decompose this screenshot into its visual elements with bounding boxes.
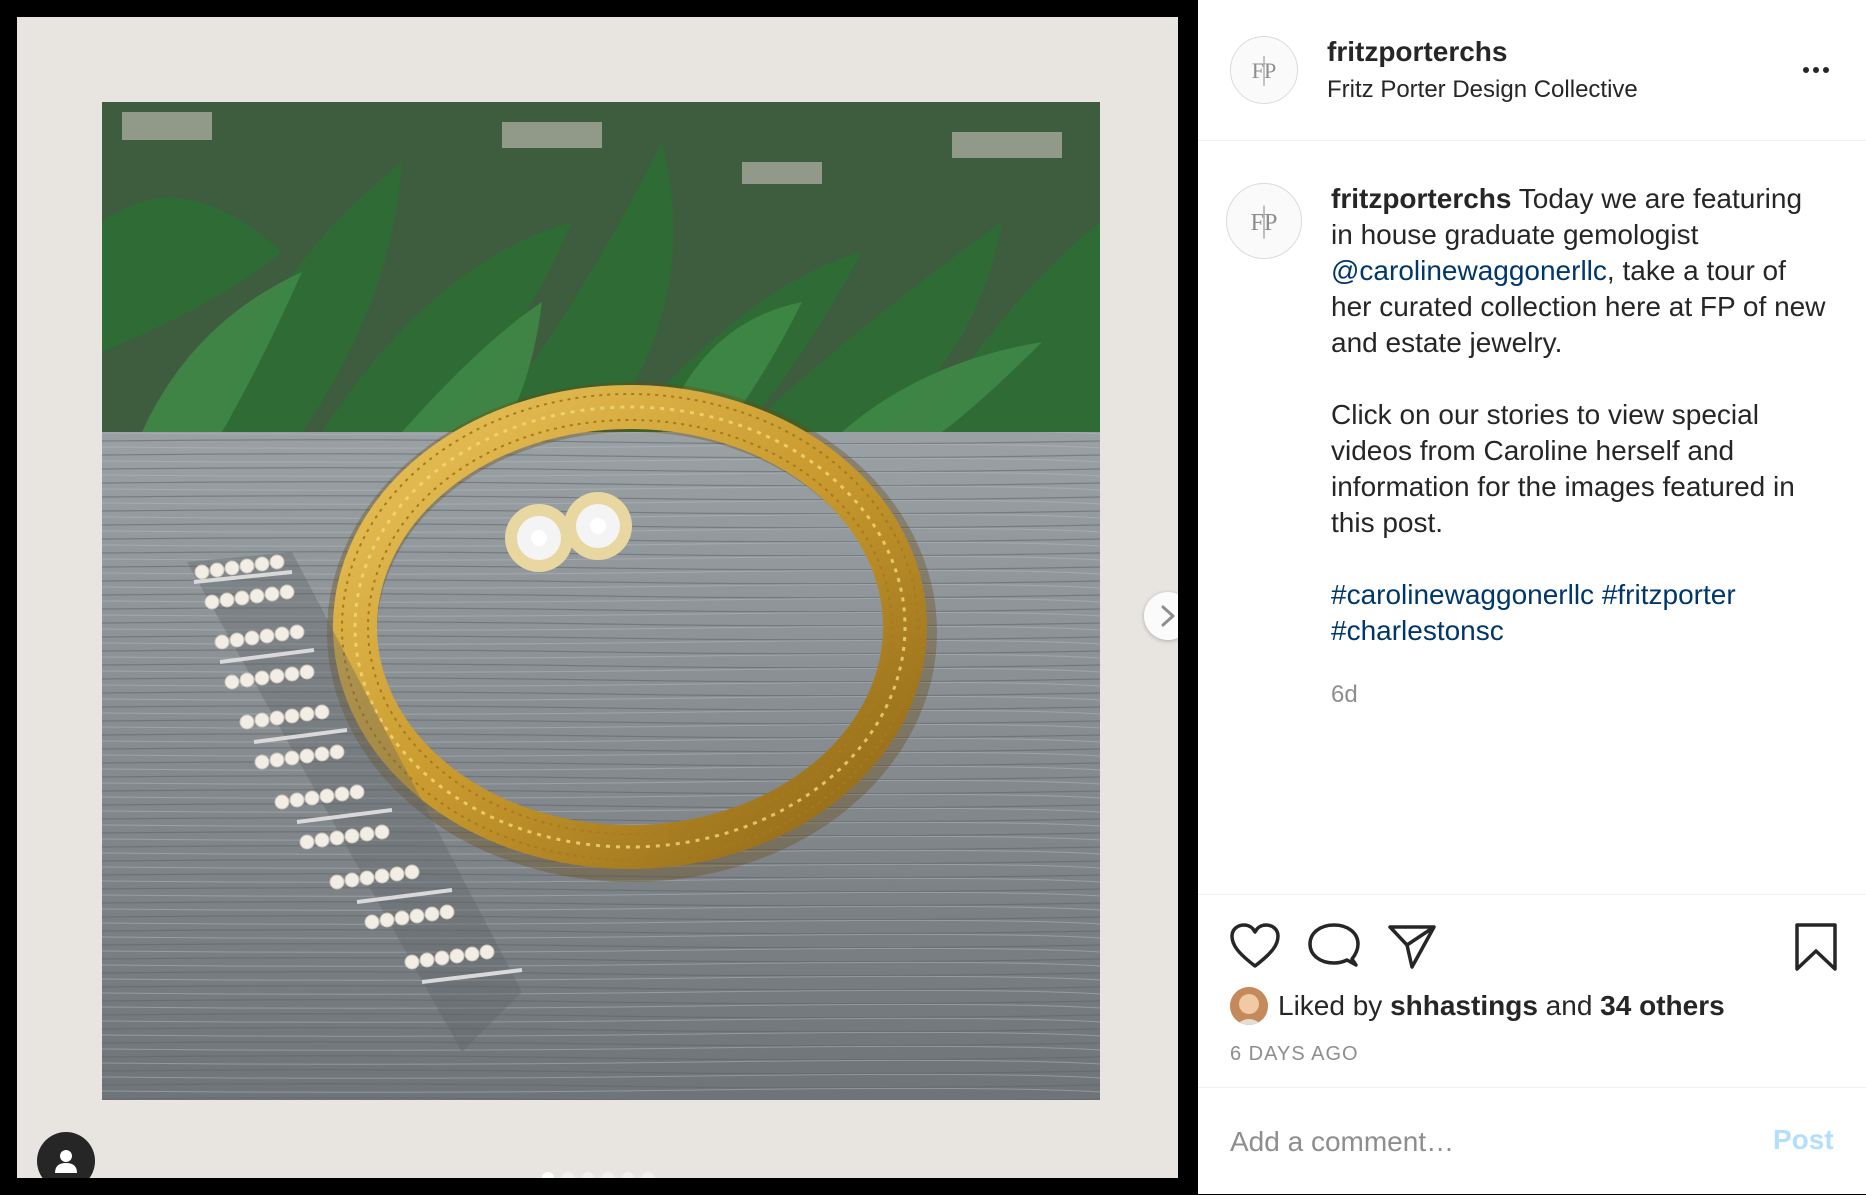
caption-timestamp[interactable]: 6d (1331, 681, 1358, 709)
caption-username[interactable]: fritzporterchs (1331, 183, 1511, 214)
caption-avatar[interactable]: FP (1226, 183, 1302, 259)
post-date[interactable]: 6 DAYS AGO (1230, 1043, 1359, 1066)
caption-paragraph: Click on our stories to view special vid… (1331, 399, 1795, 538)
fp-monogram-icon: FP (1252, 56, 1276, 86)
more-options-icon (1823, 67, 1829, 73)
carousel-dot (641, 1172, 654, 1178)
hashtag-link[interactable]: #fritzporter (1602, 579, 1736, 610)
next-slide-button[interactable] (1144, 592, 1178, 640)
chevron-right-icon (1161, 605, 1175, 627)
carousel-indicator (17, 1172, 1178, 1178)
hashtag-link[interactable]: #charlestonsc (1331, 615, 1504, 646)
paper-plane-icon[interactable] (1386, 921, 1438, 976)
account-button[interactable] (37, 1132, 95, 1178)
jewelry-photo-illustration (102, 102, 1100, 1100)
comment-bar: Post (1198, 1087, 1866, 1195)
bookmark-icon[interactable] (1793, 921, 1839, 978)
comment-bubble-icon[interactable] (1308, 921, 1360, 976)
likes-count[interactable]: 34 others (1600, 990, 1725, 1021)
carousel-dot (561, 1172, 574, 1178)
likes-summary: Liked by shhastings and 34 others (1230, 985, 1725, 1027)
post-side-panel: FP fritzporterchs Fritz Porter Design Co… (1198, 0, 1866, 1194)
header-subtitle: Fritz Porter Design Collective (1327, 76, 1638, 103)
carousel-dot (601, 1172, 614, 1178)
hashtag-link[interactable]: #carolinewaggonerllc (1331, 579, 1594, 610)
caption-text: fritzporterchs Today we are featuring in… (1331, 181, 1831, 649)
liker-username[interactable]: shhastings (1390, 990, 1538, 1021)
more-options-icon (1803, 67, 1809, 73)
carousel-dot (621, 1172, 634, 1178)
more-options-button[interactable] (1796, 56, 1836, 84)
caption-area: FP fritzporterchs Today we are featuring… (1198, 141, 1866, 893)
liker-avatar[interactable] (1230, 987, 1268, 1025)
carousel-dot (541, 1172, 554, 1178)
likes-text[interactable]: Liked by shhastings and 34 others (1278, 990, 1725, 1022)
post-media (17, 17, 1178, 1178)
comment-input[interactable] (1230, 1120, 1750, 1164)
post-comment-button[interactable]: Post (1773, 1124, 1834, 1156)
person-icon (55, 1150, 77, 1173)
fp-monogram-icon: FP (1251, 205, 1277, 239)
post-photo[interactable] (102, 102, 1100, 1100)
post-header: FP fritzporterchs Fritz Porter Design Co… (1198, 0, 1866, 141)
more-options-icon (1813, 67, 1819, 73)
profile-avatar[interactable]: FP (1230, 36, 1298, 104)
heart-icon[interactable] (1228, 921, 1282, 976)
mention-link[interactable]: @carolinewaggonerllc (1331, 255, 1607, 286)
header-username[interactable]: fritzporterchs (1327, 36, 1507, 68)
post-actions: Liked by shhastings and 34 others 6 DAYS… (1198, 894, 1866, 1088)
carousel-dot (581, 1172, 594, 1178)
